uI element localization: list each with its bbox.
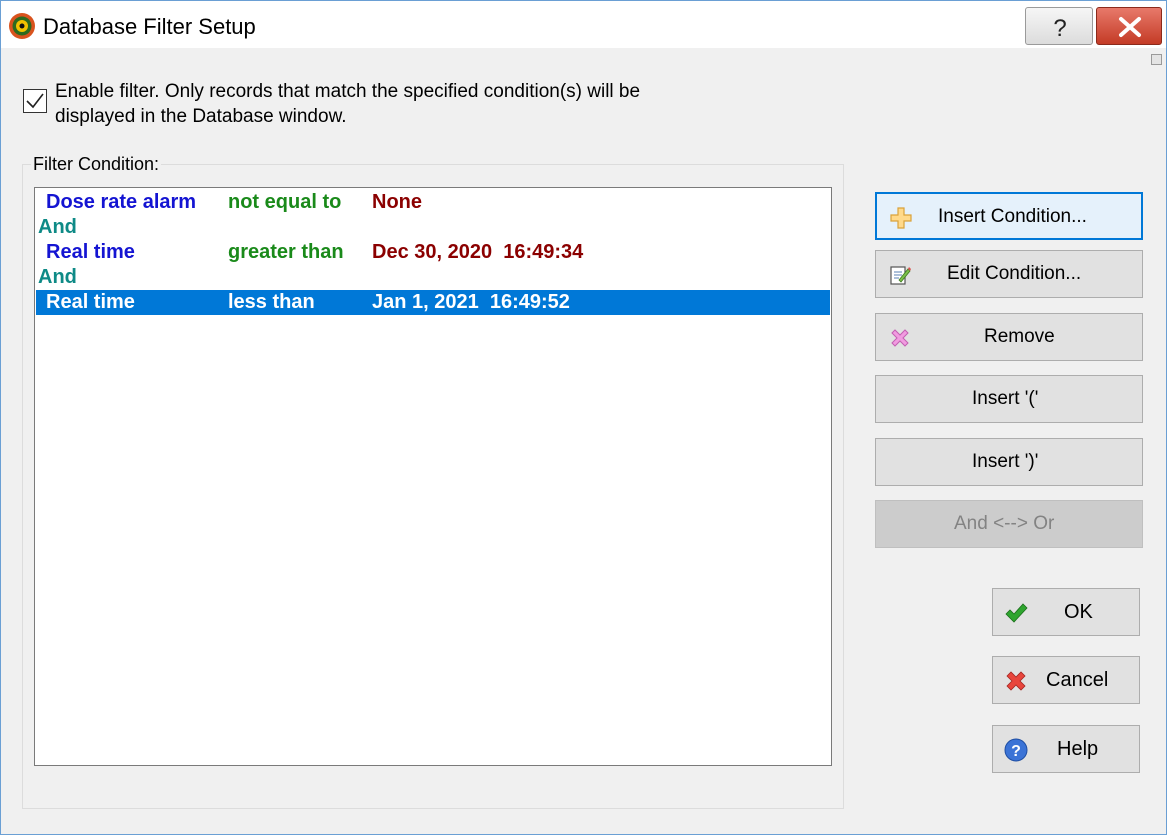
- help-icon: ?: [1004, 738, 1028, 762]
- checkmark-icon: [1005, 603, 1028, 623]
- edit-condition-label: Edit Condition...: [947, 263, 1082, 284]
- titlebar-close-button[interactable]: [1096, 7, 1162, 45]
- enable-filter-label[interactable]: Enable filter. Only records that match t…: [55, 79, 775, 129]
- window-title: Database Filter Setup: [43, 14, 256, 39]
- cancel-button[interactable]: Cancel: [992, 656, 1140, 704]
- condition-value: Jan 1, 2021 16:49:52: [372, 291, 570, 313]
- condition-field: Dose rate alarm: [46, 191, 197, 213]
- condition-row[interactable]: Real time greater than Dec 30, 2020 16:4…: [36, 240, 830, 265]
- question-mark-icon: ?: [1053, 15, 1066, 42]
- edit-note-icon: [890, 266, 911, 285]
- enable-filter-label-line2: displayed in the Database window.: [55, 106, 347, 127]
- condition-row-selected[interactable]: Real time less than Jan 1, 2021 16:49:52: [36, 290, 830, 315]
- condition-field: Real time: [46, 291, 135, 313]
- conjunction-row[interactable]: And: [38, 215, 77, 240]
- and-or-toggle-button[interactable]: And <--> Or: [875, 500, 1143, 548]
- resize-grip[interactable]: [1151, 54, 1162, 65]
- remove-x-icon: [891, 329, 909, 347]
- condition-row[interactable]: Dose rate alarm not equal to None: [36, 190, 830, 215]
- title-bar[interactable]: Database Filter Setup ?: [1, 1, 1166, 48]
- filter-condition-label: Filter Condition:: [31, 154, 162, 175]
- cancel-x-icon: [1006, 671, 1026, 691]
- close-icon: [1119, 17, 1141, 37]
- conjunction-row[interactable]: And: [38, 265, 77, 290]
- svg-text:?: ?: [1011, 743, 1021, 760]
- condition-value: None: [372, 191, 422, 213]
- ok-button[interactable]: OK: [992, 588, 1140, 636]
- remove-button[interactable]: Remove: [875, 313, 1143, 361]
- condition-operator: not equal to: [228, 191, 342, 213]
- checkmark-icon: [26, 93, 44, 109]
- dialog-window: Database Filter Setup ? Enable filter. O…: [0, 0, 1167, 835]
- titlebar-help-button[interactable]: ?: [1025, 7, 1093, 45]
- condition-operator: less than: [228, 291, 315, 313]
- enable-filter-checkbox[interactable]: [23, 89, 47, 113]
- insert-close-paren-label: Insert ')': [972, 451, 1039, 472]
- plus-icon: [890, 207, 912, 229]
- insert-close-paren-button[interactable]: Insert ')': [875, 438, 1143, 486]
- cancel-label: Cancel: [1046, 669, 1109, 691]
- help-label: Help: [1057, 738, 1099, 760]
- and-or-toggle-label: And <--> Or: [954, 513, 1055, 534]
- insert-open-paren-button[interactable]: Insert '(': [875, 375, 1143, 423]
- condition-operator: greater than: [228, 241, 344, 263]
- enable-filter-label-line1: Enable filter. Only records that match t…: [55, 81, 641, 102]
- insert-condition-label: Insert Condition...: [938, 206, 1087, 227]
- insert-condition-button[interactable]: Insert Condition...: [875, 192, 1143, 240]
- filter-condition-list[interactable]: Dose rate alarm not equal to None And Re…: [34, 187, 832, 766]
- help-button[interactable]: ? Help: [992, 725, 1140, 773]
- condition-value: Dec 30, 2020 16:49:34: [372, 241, 584, 263]
- ok-label: OK: [1064, 601, 1093, 623]
- insert-open-paren-label: Insert '(': [972, 388, 1039, 409]
- app-logo-icon: [9, 13, 35, 39]
- edit-condition-button[interactable]: Edit Condition...: [875, 250, 1143, 298]
- svg-text:?: ?: [1053, 15, 1066, 42]
- remove-label: Remove: [984, 326, 1055, 347]
- condition-field: Real time: [46, 241, 135, 263]
